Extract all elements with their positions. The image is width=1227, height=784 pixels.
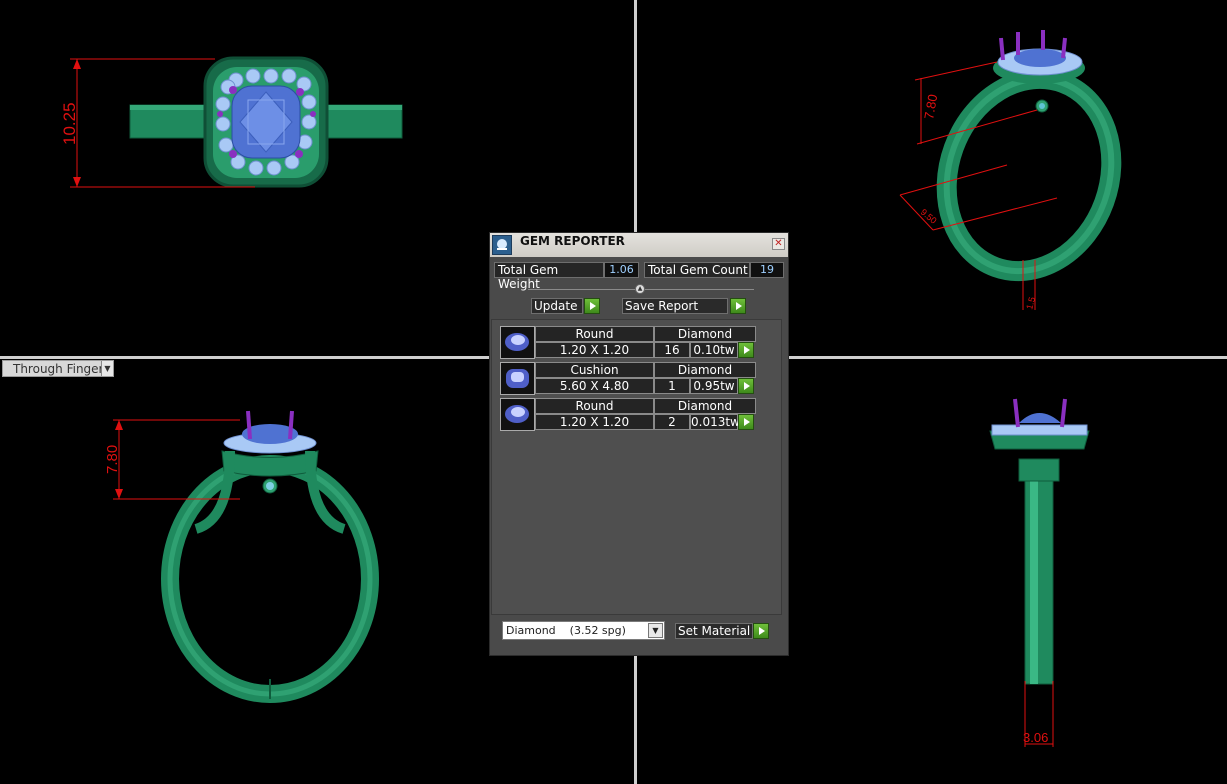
material-select[interactable]: Diamond (3.52 spg) ▼ [502, 621, 665, 640]
total-gem-count-label: Total Gem Count [644, 262, 750, 278]
gem-row[interactable]: Round Diamond 1.20 X 1.20 2 0.013tw [500, 398, 758, 431]
set-material-go-icon[interactable] [753, 623, 769, 639]
gem-shape: Round [535, 398, 654, 414]
save-report-go-icon[interactable] [730, 298, 746, 314]
collapse-icon[interactable]: ▲ [635, 284, 645, 294]
view-mode-label: Through Finger [13, 362, 104, 376]
title-bar[interactable]: GEM REPORTER ✕ [490, 233, 788, 257]
close-icon[interactable]: ✕ [772, 238, 785, 250]
gem-row[interactable]: Cushion Diamond 5.60 X 4.80 1 0.95tw [500, 362, 758, 395]
update-button[interactable]: Update [531, 298, 583, 314]
gem-thumbnail-icon [500, 398, 535, 431]
chevron-down-icon[interactable]: ▼ [648, 623, 663, 638]
gem-count: 16 [654, 342, 690, 358]
gem-row[interactable]: Round Diamond 1.20 X 1.20 16 0.10tw [500, 326, 758, 359]
dimension-label: 10.25 [60, 102, 79, 145]
dimension-label: 7.80 [921, 93, 940, 121]
gem-row-go-icon[interactable] [738, 378, 754, 394]
dimension-label: 9.50 [919, 207, 939, 226]
gem-weight: 0.10tw [690, 342, 738, 358]
gem-list[interactable]: Round Diamond 1.20 X 1.20 16 0.10tw Cush… [491, 319, 782, 615]
gem-count: 2 [654, 414, 690, 430]
gem-reporter-icon [492, 235, 512, 255]
gem-row-go-icon[interactable] [738, 342, 754, 358]
panel-title: GEM REPORTER [520, 234, 625, 248]
gem-reporter-panel: GEM REPORTER ✕ Total Gem Weight 1.06 Tot… [489, 232, 789, 656]
gem-size: 5.60 X 4.80 [535, 378, 654, 394]
gem-weight: 0.95tw [690, 378, 738, 394]
gem-thumbnail-icon [500, 326, 535, 359]
gem-material: Diamond [654, 362, 756, 378]
gem-weight: 0.013tw [690, 414, 740, 430]
save-report-button[interactable]: Save Report [622, 298, 728, 314]
gem-material: Diamond [654, 398, 756, 414]
chevron-down-icon[interactable]: ▼ [101, 361, 113, 376]
gem-shape: Round [535, 326, 654, 342]
gem-thumbnail-icon [500, 362, 535, 395]
gem-count: 1 [654, 378, 690, 394]
gem-size: 1.20 X 1.20 [535, 342, 654, 358]
gem-row-go-icon[interactable] [738, 414, 754, 430]
set-material-button[interactable]: Set Material [675, 623, 753, 639]
gem-material: Diamond [654, 326, 756, 342]
total-gem-weight-label: Total Gem Weight [494, 262, 604, 291]
total-gem-weight-value: 1.06 [604, 262, 639, 278]
dimension-label: 3.06 [1023, 730, 1048, 745]
update-go-icon[interactable] [584, 298, 600, 314]
dimension-label: 7.80 [104, 445, 121, 474]
material-select-value: Diamond (3.52 spg) [506, 624, 626, 637]
gem-size: 1.20 X 1.20 [535, 414, 654, 430]
view-mode-dropdown[interactable]: Through Finger ▼ [2, 360, 114, 377]
gem-shape: Cushion [535, 362, 654, 378]
total-gem-count-value: 19 [750, 262, 784, 278]
